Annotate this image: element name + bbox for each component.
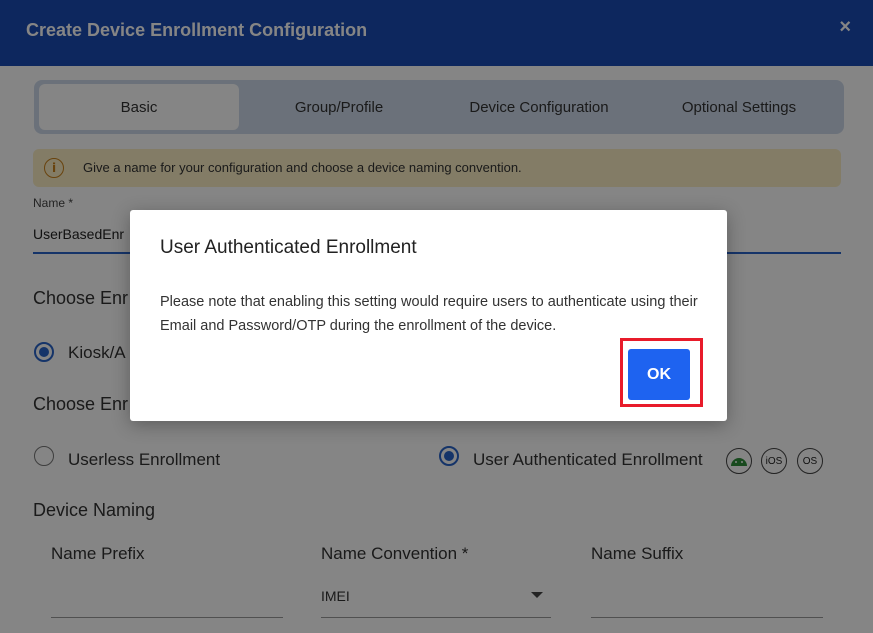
dialog-title: User Authenticated Enrollment [160,237,417,258]
ok-button[interactable]: OK [628,349,690,400]
dialog-message: Please note that enabling this setting w… [160,294,698,334]
